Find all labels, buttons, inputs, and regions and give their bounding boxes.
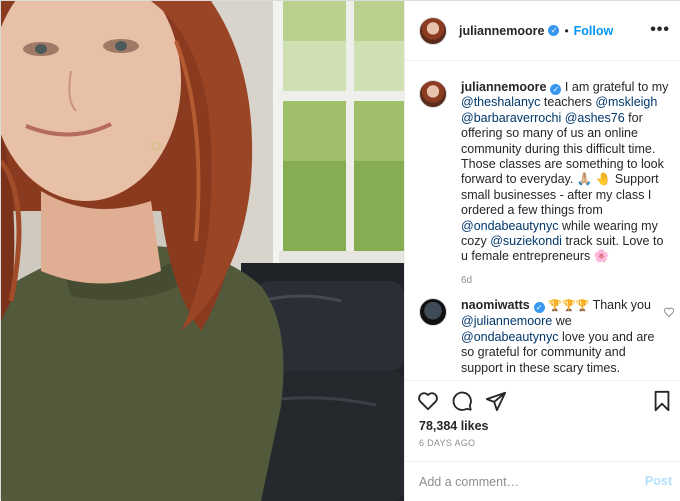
separator-dot: •: [564, 23, 569, 38]
mention-link[interactable]: @ashes76: [565, 111, 625, 125]
mention-link[interactable]: @juliannemoore: [461, 314, 552, 328]
caption-time[interactable]: 6d: [461, 275, 669, 286]
likes-count[interactable]: 78,384 likes: [419, 419, 489, 433]
caption-part: I am grateful to my: [564, 80, 669, 94]
post-header: juliannemoore ✓ • Follow •••: [405, 1, 680, 61]
header-username[interactable]: juliannemoore: [459, 24, 544, 38]
comments-section[interactable]: juliannemoore ✓ I am grateful to my @thes…: [405, 62, 680, 380]
comment-entry: naomiwatts ✓ 🏆🏆🏆 Thank you @juliannemoore…: [419, 298, 675, 376]
mention-link[interactable]: @suziekondi: [490, 234, 562, 248]
mention-link[interactable]: @ondabeautynyc: [461, 219, 558, 233]
selfie-image: [1, 1, 404, 501]
caption-part: for offering so many of us an online com…: [461, 110, 664, 218]
post-side-panel: juliannemoore ✓ • Follow ••• juliannemoo…: [404, 1, 680, 501]
post-comment-button[interactable]: Post: [645, 474, 672, 488]
comment-compose: Post: [405, 461, 680, 501]
caption-part: teachers: [543, 95, 592, 110]
mention-link[interactable]: @theshalanyc: [461, 95, 540, 109]
commenter-username[interactable]: naomiwatts: [461, 298, 530, 312]
heart-icon[interactable]: [417, 390, 439, 412]
instagram-post: juliannemoore ✓ • Follow ••• juliannemoo…: [0, 0, 680, 501]
comment-input[interactable]: [419, 472, 619, 492]
action-bar: [405, 380, 680, 420]
caption-username[interactable]: juliannemoore: [461, 80, 546, 94]
follow-button[interactable]: Follow: [574, 24, 614, 38]
more-options-icon[interactable]: •••: [650, 22, 670, 38]
comment-part: Thank you: [592, 298, 651, 312]
comment-part: we: [555, 314, 572, 329]
share-icon[interactable]: [485, 390, 507, 412]
mention-link[interactable]: @barbaraverrochi: [461, 111, 561, 125]
comment-like-heart-icon[interactable]: [663, 306, 675, 318]
caption-text: juliannemoore ✓ I am grateful to my @thes…: [461, 80, 669, 265]
caption-entry: juliannemoore ✓ I am grateful to my @thes…: [419, 80, 669, 286]
mention-link[interactable]: @ondabeautynyc: [461, 330, 558, 344]
comment-text: naomiwatts ✓ 🏆🏆🏆 Thank you @juliannemoore…: [461, 298, 655, 376]
commenter-avatar[interactable]: [419, 298, 447, 326]
verified-badge-icon: ✓: [548, 25, 560, 36]
trophy-emojis: 🏆🏆🏆: [548, 300, 590, 312]
bookmark-icon[interactable]: [651, 390, 673, 412]
caption-avatar[interactable]: [419, 80, 447, 108]
post-photo[interactable]: [1, 1, 404, 501]
avatar[interactable]: [419, 16, 447, 45]
mention-link[interactable]: @mskleigh: [595, 95, 657, 109]
post-date[interactable]: 6 DAYS AGO: [419, 438, 475, 448]
comment-icon[interactable]: [451, 390, 473, 412]
verified-badge-icon: ✓: [550, 84, 562, 95]
verified-badge-icon: ✓: [533, 302, 545, 313]
